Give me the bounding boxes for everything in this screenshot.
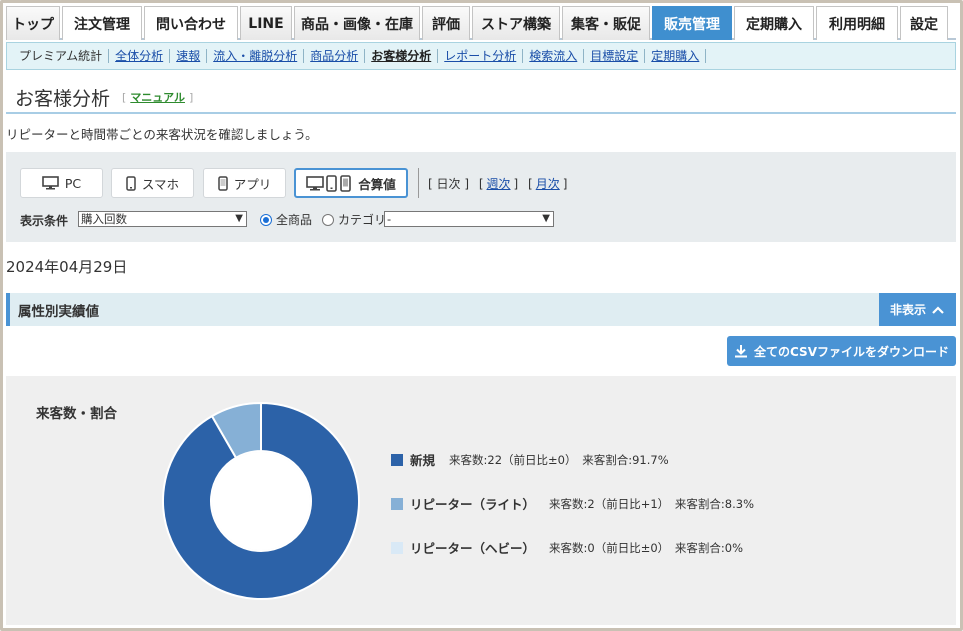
sub-nav-item[interactable]: お客様分析 xyxy=(365,49,439,63)
nav-tab[interactable]: 集客・販促 xyxy=(562,6,650,40)
main-nav: トップ 注文管理 問い合わせ LINE 商品・画像・在庫 評価 ストア構築 集客・販促 販売管理… xyxy=(6,6,956,40)
divider xyxy=(418,168,419,198)
radio-category-indicator[interactable] xyxy=(322,213,334,226)
nav-tab[interactable]: 商品・画像・在庫 xyxy=(294,6,420,40)
category-select-value: - xyxy=(387,212,392,226)
period-weekly-link[interactable]: 週次 xyxy=(487,177,511,191)
smartphone-icon xyxy=(126,175,136,191)
sub-nav-link[interactable]: 商品分析 xyxy=(310,49,358,63)
sub-nav-item[interactable]: 速報 xyxy=(170,49,208,63)
sub-nav-item[interactable]: レポート分析 xyxy=(438,49,524,63)
device-combined-button[interactable]: 合算値 xyxy=(294,168,408,198)
sub-nav-link[interactable]: 目標設定 xyxy=(590,49,638,63)
device-app-button[interactable]: アプリ xyxy=(203,168,286,198)
manual-bracket: [マニュアル] xyxy=(122,91,194,104)
sub-nav-link[interactable]: 全体分析 xyxy=(115,49,163,63)
sub-nav-item[interactable]: 商品分析 xyxy=(304,49,366,63)
nav-tab[interactable]: ストア構築 xyxy=(472,6,560,40)
csv-download-label: 全てのCSVファイルをダウンロード xyxy=(754,344,949,359)
hide-section-button[interactable]: 非表示 xyxy=(879,293,956,326)
chevron-up-icon xyxy=(932,305,944,314)
device-app-label: アプリ xyxy=(233,176,272,192)
sub-nav-link[interactable]: 検索流入 xyxy=(529,49,577,63)
period-monthly-link[interactable]: 月次 xyxy=(536,177,560,191)
page-description: リピーターと時間帯ごとの来客状況を確認しましょう。 xyxy=(6,127,318,142)
legend-detail: 来客数:22（前日比±0） 来客割合:91.7% xyxy=(449,452,669,467)
nav-tab[interactable]: トップ xyxy=(6,6,60,40)
category-select[interactable]: - ▼ xyxy=(384,211,554,227)
csv-download-button[interactable]: 全てのCSVファイルをダウンロード xyxy=(727,336,956,366)
condition-select[interactable]: 購入回数 ▼ xyxy=(78,211,247,227)
sub-nav-item[interactable]: 検索流入 xyxy=(523,49,585,63)
nav-tab[interactable]: 注文管理 xyxy=(62,6,142,40)
device-pc-label: PC xyxy=(64,175,82,191)
radio-all-indicator[interactable] xyxy=(260,213,272,226)
legend-item: 新規 来客数:22（前日比±0） 来客割合:91.7% xyxy=(391,450,669,469)
legend-item: リピーター（ヘビー） 来客数:0（前日比±0） 来客割合:0% xyxy=(391,538,743,557)
page-title-row: お客様分析 [マニュアル] xyxy=(6,82,956,114)
period-daily-label: 日次 xyxy=(436,177,461,191)
app-icon xyxy=(217,175,228,191)
section-header: 属性別実績値 非表示 xyxy=(6,293,956,326)
radio-category[interactable]: カテゴリ xyxy=(322,211,386,228)
page-title: お客様分析 xyxy=(15,87,111,110)
nav-tab[interactable]: 問い合わせ xyxy=(144,6,238,40)
nav-tab[interactable]: 定期購入 xyxy=(734,6,814,40)
legend-detail: 来客数:0（前日比±0） 来客割合:0% xyxy=(549,540,744,555)
filter-panel: PC スマホ アプリ 合算値 [ 日次 ] [週次] [月次] 表示条件 購入回… xyxy=(6,152,956,242)
nav-tab[interactable]: 販売管理 xyxy=(652,6,732,40)
sub-nav-item: プレミアム統計 xyxy=(13,49,110,63)
download-icon xyxy=(735,345,748,358)
donut-chart xyxy=(162,401,360,600)
report-date: 2024年04月29日 xyxy=(6,258,128,276)
legend-swatch xyxy=(391,453,403,466)
combined-devices-icon xyxy=(306,174,352,192)
period-switch: [ 日次 ] [週次] [月次] xyxy=(428,177,568,191)
sub-nav-link[interactable]: 定期購入 xyxy=(651,49,699,63)
sub-nav-item[interactable]: 流入・離脱分析 xyxy=(207,49,305,63)
legend-item: リピーター（ライト） 来客数:2（前日比+1） 来客割合:8.3% xyxy=(391,494,754,513)
monitor-icon xyxy=(42,176,59,190)
condition-select-value: 購入回数 xyxy=(81,212,127,226)
chevron-down-icon: ▼ xyxy=(542,213,550,224)
legend-swatch xyxy=(391,541,403,554)
sub-nav-item[interactable]: 目標設定 xyxy=(584,49,646,63)
radio-category-label: カテゴリ xyxy=(338,213,387,227)
sub-nav: プレミアム統計 全体分析 速報 流入・離脱分析 商品分析 お客様分析 レポート分析 検索流入目… xyxy=(6,42,956,70)
chevron-down-icon: ▼ xyxy=(235,213,243,224)
radio-all-label: 全商品 xyxy=(276,213,313,227)
legend-name: 新規 xyxy=(410,453,436,468)
radio-all-products[interactable]: 全商品 xyxy=(260,211,312,228)
sub-nav-link[interactable]: レポート分析 xyxy=(444,49,516,63)
legend-swatch xyxy=(391,497,403,510)
sub-nav-item[interactable]: 定期購入 xyxy=(645,49,707,63)
device-smartphone-label: スマホ xyxy=(141,176,180,192)
hide-label: 非表示 xyxy=(889,303,926,317)
section-title: 属性別実績値 xyxy=(18,303,99,320)
sub-nav-link[interactable]: 速報 xyxy=(176,49,200,63)
donut-hole xyxy=(212,452,310,550)
legend-detail: 来客数:2（前日比+1） 来客割合:8.3% xyxy=(549,496,754,511)
device-combined-label: 合算値 xyxy=(358,176,396,192)
sub-nav-item[interactable]: 全体分析 xyxy=(109,49,171,63)
nav-tab[interactable]: 設定 xyxy=(900,6,948,40)
manual-link[interactable]: マニュアル xyxy=(130,91,185,104)
sub-nav-link[interactable]: 流入・離脱分析 xyxy=(213,49,297,63)
nav-tab[interactable]: LINE xyxy=(240,6,292,40)
nav-tab[interactable]: 評価 xyxy=(422,6,470,40)
condition-label: 表示条件 xyxy=(20,214,69,228)
legend-name: リピーター（ヘビー） xyxy=(410,541,536,556)
chart-panel: 来客数・割合 新規 来客数:22（前日比±0） 来客割合:91.7% リピーター（ラ… xyxy=(6,376,956,625)
nav-tab[interactable]: 利用明細 xyxy=(816,6,898,40)
device-smartphone-button[interactable]: スマホ xyxy=(111,168,194,198)
legend-name: リピーター（ライト） xyxy=(410,497,536,512)
device-pc-button[interactable]: PC xyxy=(20,168,103,198)
